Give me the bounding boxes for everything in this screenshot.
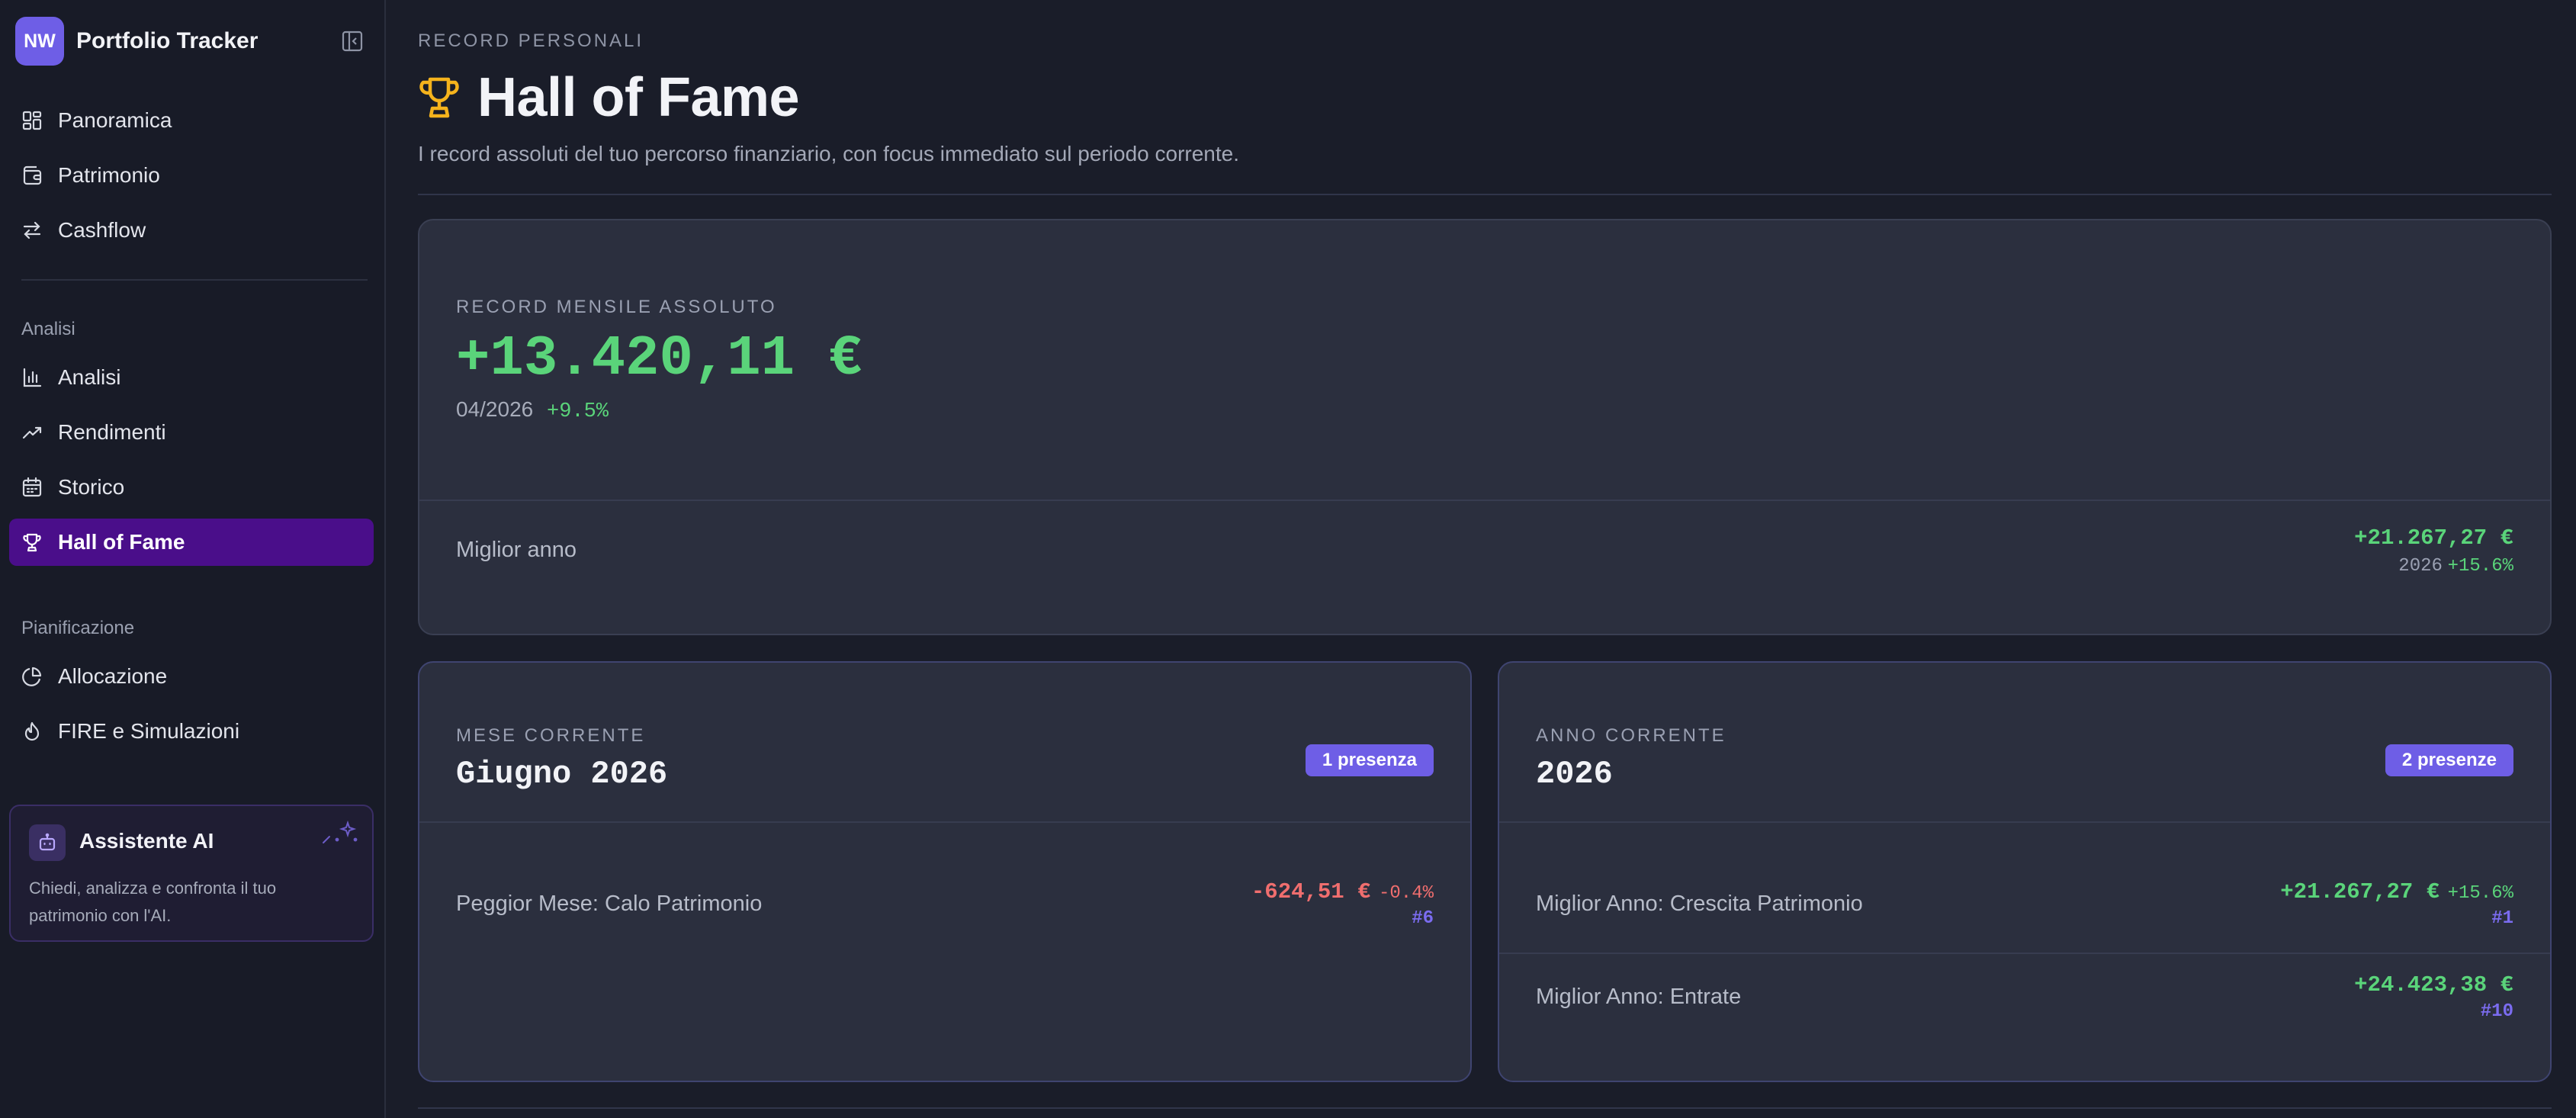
ai-assistant-description: Chiedi, analizza e confronta il tuo patr… (29, 879, 277, 925)
sidebar-item-panoramica[interactable]: Panoramica (9, 97, 374, 144)
brand[interactable]: NW Portfolio Tracker (15, 17, 371, 66)
record-period: 04/2026 (456, 397, 534, 421)
sidebar-item-analisi[interactable]: Analisi (9, 354, 374, 401)
row-pct: +15.6% (2447, 883, 2513, 904)
sidebar-item-label: Cashflow (58, 218, 146, 242)
page-header: Hall of Fame (418, 66, 800, 130)
sidebar-item-cashflow[interactable]: Cashflow (9, 207, 374, 254)
best-year-meta: 2026 +15.6% (2398, 554, 2513, 577)
page-title: Hall of Fame (477, 67, 800, 128)
record-card: RECORD MENSILE ASSOLUTO +13.420,11 € 04/… (418, 219, 2552, 635)
trend-up-icon (21, 422, 43, 443)
row-rank: #1 (2491, 908, 2513, 929)
arrows-swap-icon (21, 220, 43, 241)
sidebar-item-label: Hall of Fame (58, 530, 185, 554)
record-value: +13.420,11 € (456, 327, 862, 391)
current-month-title: Giugno 2026 (456, 756, 668, 792)
row-amount: -624,51 € (1251, 879, 1371, 904)
current-year-card: ANNO CORRENTE 2026 2 presenze Miglior An… (1498, 661, 2552, 1082)
record-row-label: Miglior Anno: Entrate (1536, 985, 1742, 1009)
sidebar-item-label: Analisi (58, 365, 121, 389)
record-row-value: +21.267,27 € +15.6% (2280, 879, 2513, 904)
card-divider (419, 821, 1470, 823)
current-month-card: MESE CORRENTE Giugno 2026 1 presenza Peg… (418, 661, 1472, 1082)
sidebar-item-label: Panoramica (58, 108, 172, 132)
best-year-value: +21.267,27 € (2354, 525, 2513, 551)
sidebar-item-label: Patrimonio (58, 163, 160, 187)
trophy-icon (418, 75, 461, 120)
row-rank: #10 (2480, 1001, 2513, 1022)
row-rank: #6 (1412, 908, 1434, 929)
row-amount: +21.267,27 € (2280, 879, 2440, 904)
record-meta: 04/2026 +9.5% (456, 397, 609, 423)
page-eyebrow: RECORD PERSONALI (418, 31, 644, 51)
current-year-title: 2026 (1536, 756, 1613, 792)
record-pct: +9.5% (547, 400, 609, 423)
card-divider (1499, 953, 2550, 954)
sidebar-divider (21, 279, 368, 281)
card-divider (1499, 821, 2550, 823)
best-year-label: Miglior anno (456, 538, 577, 562)
sidebar-item-label: FIRE e Simulazioni (58, 719, 240, 743)
wallet-icon (21, 165, 43, 186)
row-pct: -0.4% (1378, 883, 1434, 904)
sidebar-item-storico[interactable]: Storico (9, 464, 374, 511)
record-row-label: Peggior Mese: Calo Patrimonio (456, 892, 763, 916)
calendar-icon (21, 477, 43, 498)
record-row-label: Miglior Anno: Crescita Patrimonio (1536, 892, 1863, 916)
sidebar: NW Portfolio Tracker Panoramica Patrimon… (0, 0, 386, 1118)
sidebar-collapse-icon[interactable] (340, 29, 365, 53)
current-year-label: ANNO CORRENTE (1536, 725, 1726, 746)
bar-chart-icon (21, 367, 43, 388)
sidebar-item-patrimonio[interactable]: Patrimonio (9, 152, 374, 199)
sidebar-item-label: Allocazione (58, 664, 168, 688)
record-row-value: -624,51 € -0.4% (1251, 879, 1434, 904)
brand-avatar: NW (15, 17, 64, 66)
sidebar-item-rendimenti[interactable]: Rendimenti (9, 409, 374, 456)
sidebar-section-analisi: Analisi (21, 319, 75, 339)
sidebar-item-fire[interactable]: FIRE e Simulazioni (9, 708, 374, 755)
card-divider (419, 500, 2550, 501)
record-label: RECORD MENSILE ASSOLUTO (456, 297, 777, 317)
sidebar-section-pianificazione: Pianificazione (21, 618, 135, 638)
sidebar-item-allocazione[interactable]: Allocazione (9, 653, 374, 700)
best-year-pct: +15.6% (2447, 556, 2513, 577)
robot-icon (29, 824, 66, 861)
ai-assistant-title: Assistente AI (79, 829, 214, 853)
page-subtitle: I record assoluti del tuo percorso finan… (418, 142, 1239, 165)
sidebar-item-hall-of-fame[interactable]: Hall of Fame (9, 519, 374, 566)
dashboard-icon (21, 110, 43, 131)
presence-badge: 2 presenze (2385, 744, 2513, 776)
row-amount: +24.423,38 € (2354, 972, 2513, 998)
presence-badge: 1 presenza (1305, 744, 1434, 776)
pie-chart-icon (21, 666, 43, 687)
current-month-label: MESE CORRENTE (456, 725, 646, 746)
header-divider (418, 194, 2552, 195)
sidebar-item-label: Storico (58, 475, 125, 499)
sparkle-icon (320, 820, 358, 847)
flame-icon (21, 721, 43, 742)
brand-title: Portfolio Tracker (76, 28, 259, 53)
best-year-year: 2026 (2398, 556, 2443, 577)
bottom-divider (418, 1107, 2552, 1109)
ai-assistant-card[interactable]: Assistente AI Chiedi, analizza e confron… (9, 805, 374, 942)
sidebar-item-label: Rendimenti (58, 420, 166, 444)
trophy-icon (21, 532, 43, 553)
record-row-value: +24.423,38 € (2354, 972, 2513, 998)
main-content: RECORD PERSONALI Hall of Fame I record a… (418, 0, 2553, 1118)
